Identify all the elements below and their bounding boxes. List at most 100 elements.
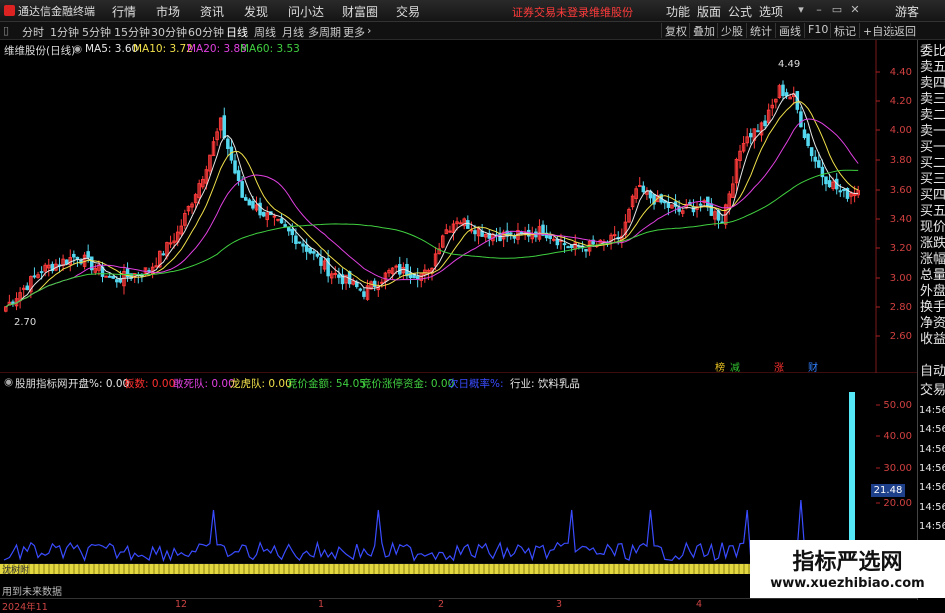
candle-body <box>308 247 312 254</box>
quote-panel-label[interactable]: 14:56 <box>919 422 945 438</box>
current-stock-name: 维维股份 <box>589 6 633 19</box>
btn-f10[interactable]: F10 <box>804 23 831 38</box>
quote-panel-label[interactable]: 14:56 <box>919 519 945 535</box>
menu-layout[interactable]: 版面 <box>697 3 721 20</box>
indicator-industry: 行业: 饮料乳品 <box>510 378 580 390</box>
btn-drawing[interactable]: 画线 <box>775 23 804 38</box>
price-tick: 3.80 <box>889 155 912 166</box>
menu-market[interactable]: 市场 <box>156 3 180 20</box>
indicator-next-day-prob: 次日概率%: <box>448 378 504 390</box>
quote-panel-label[interactable]: 14:56 <box>919 461 945 477</box>
sub-chart-grid <box>0 404 880 565</box>
price-tick: 3.40 <box>889 214 912 225</box>
tab-period-more[interactable]: 更多 <box>343 24 365 40</box>
candle-body <box>763 120 767 127</box>
tab-period-weekly[interactable]: 周线 <box>254 24 276 40</box>
quote-panel-label: 涨幅 <box>920 252 945 267</box>
indicator-title: 股朋指标网 <box>15 378 68 390</box>
event-tag-limitup[interactable]: 涨 <box>774 359 784 374</box>
future-data-strip: 沈树附 <box>0 564 750 576</box>
quote-panel-label: 卖三 <box>920 92 945 107</box>
candle-body <box>641 185 646 193</box>
btn-back[interactable]: 返回 <box>890 23 919 38</box>
candle-body <box>612 234 617 237</box>
price-tick: 3.00 <box>889 273 912 284</box>
menu-options[interactable]: 选项 <box>759 3 783 20</box>
menu-market-quotes[interactable]: 行情 <box>112 3 136 20</box>
menu-wealth-circle[interactable]: 财富圈 <box>342 3 378 20</box>
candle-body <box>806 133 810 147</box>
btn-adjust[interactable]: 复权 <box>661 23 690 38</box>
candle-body <box>827 180 832 188</box>
quote-panel-label: 涨跌 <box>920 236 945 251</box>
watermark-url: www.xuezhibiao.com <box>770 576 925 591</box>
menu-functions[interactable]: 功能 <box>666 3 690 20</box>
dropdown-icon[interactable]: ▾ <box>794 3 808 17</box>
probability-line <box>3 499 859 563</box>
ma5-label: MA5: 3.60 <box>85 43 139 55</box>
quote-panel-label[interactable]: 14:56 <box>919 403 945 419</box>
menu-formula[interactable]: 公式 <box>728 3 752 20</box>
candle-body <box>222 115 227 139</box>
menu-news[interactable]: 资讯 <box>200 3 224 20</box>
login-notice[interactable]: 证券交易未登录 <box>512 4 589 20</box>
candlestick-chart[interactable] <box>0 40 945 373</box>
menu-trade[interactable]: 交易 <box>396 3 420 20</box>
tab-period-15min[interactable]: 15分钟 <box>114 24 150 40</box>
btn-fewer-stocks[interactable]: 少股 <box>717 23 746 38</box>
quote-panel-label[interactable]: 14:56 <box>919 480 945 496</box>
maximize-icon[interactable]: ▭ <box>830 3 844 17</box>
candle-body <box>509 232 513 235</box>
tab-period-60min[interactable]: 60分钟 <box>188 24 224 40</box>
tab-period-monthly[interactable]: 月线 <box>282 24 304 40</box>
title-bar: 通达信金融终端 行情 市场 资讯 发现 问小达 财富圈 交易 证券交易未登录 维… <box>0 0 945 22</box>
tab-period-intraday[interactable]: 分时 <box>22 24 44 40</box>
candle-body <box>473 230 477 235</box>
quote-panel-label[interactable]: 14:56 <box>919 500 945 516</box>
price-tick: 3.60 <box>889 185 912 196</box>
period-toolbar: ▯ 分时 1分钟 5分钟 15分钟 30分钟 60分钟 日线 周线 月线 多周期… <box>0 22 945 40</box>
tab-period-1min[interactable]: 1分钟 <box>50 24 79 40</box>
quote-panel-label[interactable]: 自动 <box>920 364 945 380</box>
candle-body <box>813 156 817 162</box>
tab-period-daily[interactable]: 日线 <box>226 24 248 40</box>
candle-body <box>394 265 398 268</box>
quote-panel-label[interactable]: 交易 <box>920 383 945 399</box>
candle-body <box>817 160 821 168</box>
quote-panel-label: 委比 <box>920 44 945 59</box>
indicator-toggle-icon[interactable]: ◉ <box>4 376 13 388</box>
quote-panel-label[interactable]: 14:56 <box>919 442 945 458</box>
price-tick: 2.80 <box>889 302 912 313</box>
candle-body <box>666 202 671 208</box>
indicator-dragon-tiger: 龙虎队: 0.00 <box>230 378 292 390</box>
quote-panel-label: 买四 <box>920 188 945 203</box>
legend-toggle-icon[interactable]: ◉ <box>73 43 82 55</box>
menu-ask[interactable]: 问小达 <box>288 3 324 20</box>
candle-body <box>566 246 570 249</box>
btn-stats[interactable]: 统计 <box>746 23 775 38</box>
user-guest[interactable]: 游客 <box>895 3 919 20</box>
quote-panel: 委比 卖五 卖四 卖三 卖二 卖一 买一 买二 买三 买四 买五 现价 涨跌 涨幅 总量 外盘 换手 净资 收益 自动… <box>917 40 945 600</box>
candle-body <box>86 251 90 258</box>
tab-period-5min[interactable]: 5分钟 <box>82 24 111 40</box>
candle-body <box>512 236 517 239</box>
chevron-right-icon[interactable]: › <box>367 24 371 37</box>
event-tag-finance[interactable]: 财 <box>808 359 818 374</box>
minimize-icon[interactable]: – <box>812 3 826 17</box>
candle-body <box>290 228 295 236</box>
candle-body <box>820 166 825 178</box>
btn-mark[interactable]: 标记 <box>830 23 859 38</box>
sidebar-toggle-icon[interactable]: ▯ <box>3 24 9 37</box>
menu-discover[interactable]: 发现 <box>244 3 268 20</box>
price-tick: 4.40 <box>889 67 912 78</box>
tab-period-30min[interactable]: 30分钟 <box>151 24 187 40</box>
event-tag-rank[interactable]: 榜 <box>715 359 725 374</box>
tab-period-multi[interactable]: 多周期 <box>308 24 341 40</box>
candle-body <box>569 244 574 249</box>
event-tag-reduce[interactable]: 减 <box>730 359 740 374</box>
btn-overlay[interactable]: 叠加 <box>689 23 718 38</box>
quote-panel-label: 收益 <box>920 332 945 347</box>
close-icon[interactable]: ✕ <box>848 3 862 17</box>
price-tick: 3.20 <box>889 243 912 254</box>
candle-body <box>709 203 714 216</box>
